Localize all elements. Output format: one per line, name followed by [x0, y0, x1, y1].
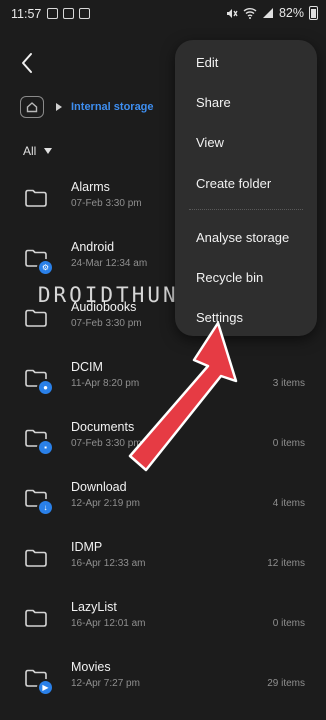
- folder-row[interactable]: ▪ Documents 07-Feb 3:30 pm 0 items: [0, 420, 326, 480]
- caret-down-icon: [44, 148, 53, 154]
- notification-icons: [47, 8, 90, 19]
- folder-date: 07-Feb 3:30 pm: [71, 438, 142, 449]
- home-button[interactable]: [20, 96, 44, 118]
- folder-item-count: 12 items: [267, 558, 305, 569]
- folder-name: Movies: [71, 660, 111, 674]
- mute-icon: [226, 8, 238, 18]
- folder-name: DCIM: [71, 360, 103, 374]
- folder-date: 11-Apr 8:20 pm: [71, 378, 140, 389]
- gallery-notification-icon: [47, 8, 58, 19]
- folder-icon: [25, 309, 47, 327]
- menu-item-settings[interactable]: Settings: [196, 310, 243, 325]
- folder-icon: [25, 189, 47, 207]
- status-right: 82%: [225, 6, 318, 20]
- status-bar: 11:57 82%: [0, 0, 326, 28]
- breadcrumb: Internal storage: [20, 96, 154, 118]
- status-time: 11:57: [11, 7, 42, 21]
- folder-row[interactable]: LazyList 16-Apr 12:01 am 0 items: [0, 600, 326, 660]
- menu-item-recycle-bin[interactable]: Recycle bin: [196, 270, 263, 285]
- folder-name: Alarms: [71, 180, 110, 194]
- folder-name: IDMP: [71, 540, 103, 554]
- folder-row[interactable]: ● DCIM 11-Apr 8:20 pm 3 items: [0, 360, 326, 420]
- menu-item-edit[interactable]: Edit: [196, 55, 218, 70]
- document-icon: ▪: [37, 439, 54, 456]
- folder-row[interactable]: IDMP 16-Apr 12:33 am 12 items: [0, 540, 326, 600]
- battery-icon: [309, 6, 318, 20]
- folder-item-count: 29 items: [267, 678, 305, 689]
- menu-item-create-folder[interactable]: Create folder: [196, 176, 271, 191]
- folder-row[interactable]: ↓ Download 12-Apr 2:19 pm 4 items: [0, 480, 326, 540]
- folder-item-count: 0 items: [272, 618, 305, 629]
- folder-date: 24-Mar 12:34 am: [71, 258, 148, 269]
- folder-item-count: 3 items: [272, 378, 305, 389]
- back-button[interactable]: [16, 50, 38, 76]
- overflow-menu: Edit Share View Create folder Analyse st…: [175, 40, 317, 336]
- folder-date: 12-Apr 7:27 pm: [71, 678, 140, 689]
- signal-icon: [262, 8, 273, 18]
- filter-dropdown[interactable]: All: [23, 144, 53, 158]
- photo-notification-icon: [63, 8, 74, 19]
- gear-icon: ⚙: [37, 259, 54, 276]
- breadcrumb-arrow-icon: [56, 103, 62, 111]
- folder-date: 16-Apr 12:33 am: [71, 558, 146, 569]
- folder-icon: [25, 549, 47, 567]
- folder-name: Download: [71, 480, 127, 494]
- folder-date: 16-Apr 12:01 am: [71, 618, 146, 629]
- home-icon: [26, 102, 38, 113]
- battery-percentage: 82%: [278, 6, 304, 20]
- folder-icon: [25, 609, 47, 627]
- folder-name: Documents: [71, 420, 135, 434]
- folder-date: 07-Feb 3:30 pm: [71, 198, 142, 209]
- folder-item-count: 0 items: [272, 438, 305, 449]
- menu-item-analyse-storage[interactable]: Analyse storage: [196, 230, 289, 245]
- menu-item-share[interactable]: Share: [196, 95, 231, 110]
- folder-name: LazyList: [71, 600, 117, 614]
- filter-label: All: [23, 144, 37, 158]
- download-notification-icon: [79, 8, 90, 19]
- breadcrumb-internal-storage[interactable]: Internal storage: [71, 101, 154, 113]
- menu-divider: [189, 209, 303, 210]
- play-icon: ▶: [37, 679, 54, 696]
- folder-date: 12-Apr 2:19 pm: [71, 498, 140, 509]
- download-icon: ↓: [37, 499, 54, 516]
- camera-icon: ●: [37, 379, 54, 396]
- menu-item-view[interactable]: View: [196, 135, 224, 150]
- folder-date: 07-Feb 3:30 pm: [71, 318, 142, 329]
- folder-row[interactable]: ▶ Movies 12-Apr 7:27 pm 29 items: [0, 660, 326, 720]
- folder-item-count: 4 items: [272, 498, 305, 509]
- wifi-icon: [243, 8, 257, 19]
- folder-name: Android: [71, 240, 115, 254]
